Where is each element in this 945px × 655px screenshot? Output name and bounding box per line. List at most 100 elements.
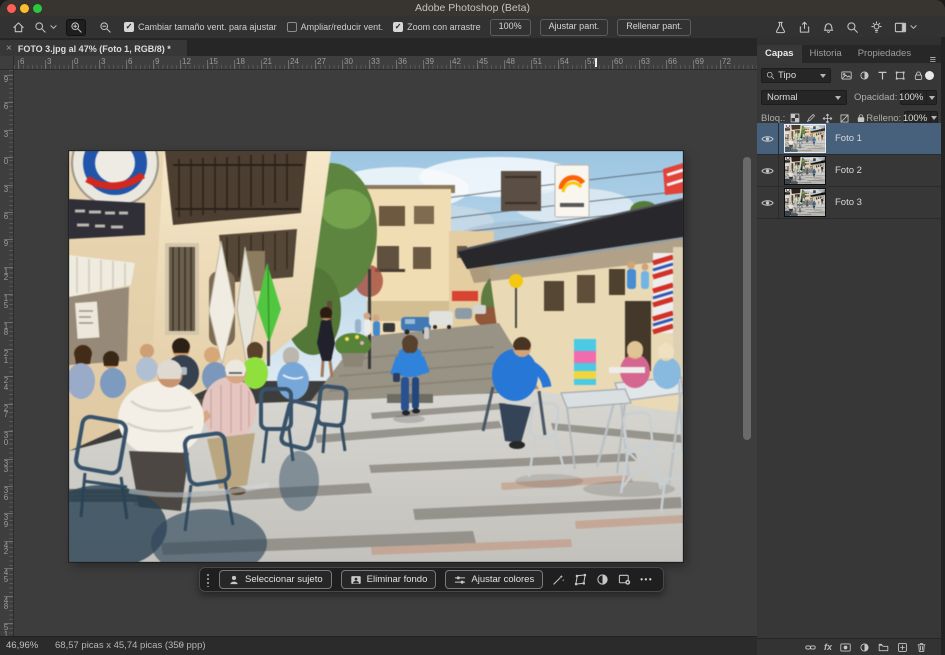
canvas-photo[interactable] bbox=[69, 151, 683, 562]
zoom-out-button[interactable] bbox=[95, 19, 115, 36]
zoom-100-button[interactable]: 100% bbox=[490, 19, 531, 36]
new-group-folder-icon[interactable] bbox=[878, 642, 889, 653]
new-layer-icon[interactable] bbox=[897, 642, 908, 653]
filter-text-icon[interactable] bbox=[877, 70, 888, 81]
link-layers-icon[interactable] bbox=[805, 642, 816, 653]
transform-icon[interactable] bbox=[574, 573, 587, 586]
person-icon bbox=[228, 574, 240, 586]
taskbar-drag-handle-icon[interactable] bbox=[206, 573, 210, 587]
workspace-switcher[interactable] bbox=[894, 21, 917, 34]
fill-screen-button[interactable]: Rellenar pant. bbox=[617, 19, 691, 36]
fit-screen-button[interactable]: Ajustar pant. bbox=[540, 19, 609, 36]
chevron-down-icon bbox=[820, 74, 826, 78]
checkbox-checked-icon[interactable]: ✓ bbox=[393, 22, 403, 32]
status-expand-icon[interactable]: > bbox=[178, 640, 183, 650]
image-icon bbox=[350, 574, 362, 586]
lock-all-icon[interactable] bbox=[856, 113, 866, 123]
adjustment-contrast-icon[interactable] bbox=[596, 573, 609, 586]
zoom-tool-icon[interactable] bbox=[34, 21, 57, 34]
tab-propiedades[interactable]: Propiedades bbox=[850, 45, 919, 63]
status-bar: 46,96% 68,57 picas x 45,74 picas (350 pp… bbox=[0, 636, 757, 655]
adjust-colors-button[interactable]: Ajustar colores bbox=[445, 570, 543, 589]
layer-thumbnail[interactable] bbox=[784, 124, 826, 153]
filter-type-dropdown[interactable]: Tipo bbox=[761, 68, 831, 83]
filter-shape-icon[interactable] bbox=[895, 70, 906, 81]
layer-name[interactable]: Foto 3 bbox=[835, 197, 862, 208]
discover-lightbulb-icon[interactable] bbox=[870, 21, 883, 34]
filter-adjustment-icon[interactable] bbox=[859, 70, 870, 81]
visibility-eye-icon[interactable] bbox=[757, 187, 779, 218]
zoom-in-button[interactable] bbox=[66, 19, 86, 36]
visibility-eye-icon[interactable] bbox=[757, 123, 779, 154]
layers-list: Foto 1 Foto 2 Foto 3 bbox=[757, 123, 941, 219]
select-subject-label: Seleccionar sujeto bbox=[245, 574, 323, 585]
layer-effects-fx-icon[interactable]: fx bbox=[824, 643, 832, 652]
layer-name[interactable]: Foto 2 bbox=[835, 165, 862, 176]
taskbar-more-icon[interactable]: ••• bbox=[640, 575, 653, 584]
tab-capas[interactable]: Capas bbox=[757, 45, 802, 63]
option-checkbox[interactable]: ✓ Zoom con arrastre bbox=[393, 22, 481, 32]
share-icon[interactable] bbox=[798, 21, 811, 34]
option-checkbox[interactable]: ✓ Cambiar tamaño vent. para ajustar bbox=[124, 22, 277, 32]
delete-layer-trash-icon[interactable] bbox=[916, 642, 927, 653]
status-zoom-level[interactable]: 46,96% bbox=[6, 640, 38, 651]
ruler-vertical[interactable]: 96303691 21 51 82 12 42 73 03 33 63 94 2… bbox=[0, 70, 14, 637]
layer-thumbnail[interactable] bbox=[784, 188, 826, 217]
checkbox-checked-icon[interactable]: ✓ bbox=[124, 22, 134, 32]
layer-row-foto-1[interactable]: Foto 1 bbox=[757, 123, 941, 155]
opacity-label: Opacidad: bbox=[854, 92, 897, 103]
beta-flask-icon[interactable] bbox=[774, 21, 787, 34]
tool-options-bar: ✓ Cambiar tamaño vent. para ajustar Amplia… bbox=[0, 16, 945, 39]
layer-row-foto-2[interactable]: Foto 2 bbox=[757, 155, 941, 187]
vertical-scrollbar[interactable] bbox=[743, 157, 751, 440]
opacity-dropdown-icon[interactable] bbox=[927, 90, 937, 105]
filter-lock-icon[interactable] bbox=[913, 70, 924, 81]
layer-thumbnail[interactable] bbox=[784, 156, 826, 185]
blend-mode-value: Normal bbox=[767, 92, 835, 103]
layers-panel-footer: fx bbox=[757, 638, 941, 655]
filter-image-icon[interactable] bbox=[841, 70, 852, 81]
close-tab-icon[interactable]: × bbox=[6, 44, 12, 54]
magic-wand-icon[interactable] bbox=[552, 573, 565, 586]
remove-background-button[interactable]: Eliminar fondo bbox=[341, 570, 437, 589]
option-checkbox-label: Cambiar tamaño vent. para ajustar bbox=[138, 22, 277, 32]
ruler-horizontal[interactable]: 6303691215182124273033363942454851545760… bbox=[14, 56, 757, 70]
blend-mode-row: Normal Opacidad: 100% bbox=[757, 89, 941, 106]
filter-toggle-icon[interactable] bbox=[925, 71, 934, 80]
adjust-colors-label: Ajustar colores bbox=[471, 574, 534, 585]
notifications-bell-icon[interactable] bbox=[822, 21, 835, 34]
option-checkbox-label: Zoom con arrastre bbox=[407, 22, 481, 32]
lock-pixels-brush-icon[interactable] bbox=[806, 113, 816, 123]
harmonize-image-icon[interactable] bbox=[618, 573, 631, 586]
layer-name[interactable]: Foto 1 bbox=[835, 133, 862, 144]
option-checkbox-label: Ampliar/reducir vent. bbox=[301, 22, 384, 32]
window-title: Adobe Photoshop (Beta) bbox=[0, 0, 945, 17]
document-tab-title: FOTO 3.jpg al 47% (Foto 1, RGB/8) * bbox=[18, 44, 171, 54]
workspace-icon bbox=[894, 21, 907, 34]
select-subject-button[interactable]: Seleccionar sujeto bbox=[219, 570, 332, 589]
checkbox-unchecked-icon[interactable] bbox=[287, 22, 297, 32]
option-checkbox[interactable]: Ampliar/reducir vent. bbox=[287, 22, 384, 32]
zoom-checkbox-group: ✓ Cambiar tamaño vent. para ajustar Amplia… bbox=[124, 22, 481, 32]
layers-panel: Capas Historia Propiedades ≡ Tipo bbox=[757, 37, 941, 655]
layer-row-foto-3[interactable]: Foto 3 bbox=[757, 187, 941, 219]
panel-tab-bar: Capas Historia Propiedades ≡ bbox=[757, 45, 941, 63]
lock-position-move-icon[interactable] bbox=[822, 113, 833, 124]
search-icon[interactable] bbox=[846, 21, 859, 34]
chevron-down-icon bbox=[910, 24, 917, 30]
home-icon[interactable] bbox=[12, 21, 25, 34]
photoshop-window: Adobe Photoshop (Beta) ✓ Cambiar tamaño v… bbox=[0, 0, 945, 655]
ruler-corner bbox=[0, 56, 14, 70]
lock-transparency-icon[interactable] bbox=[790, 113, 800, 123]
layer-mask-icon[interactable] bbox=[840, 642, 851, 653]
panel-dock-edge bbox=[941, 37, 945, 655]
opacity-value[interactable]: 100% bbox=[900, 90, 927, 105]
adjustment-layer-icon[interactable] bbox=[859, 642, 870, 653]
options-bar-right-icons bbox=[774, 16, 917, 38]
lock-artboard-icon[interactable] bbox=[839, 113, 850, 124]
tab-historia[interactable]: Historia bbox=[802, 45, 850, 63]
visibility-eye-icon[interactable] bbox=[757, 155, 779, 186]
layer-filter-row: Tipo bbox=[757, 67, 941, 84]
blend-mode-dropdown[interactable]: Normal bbox=[761, 90, 847, 105]
fill-label: Relleno: bbox=[866, 113, 901, 124]
